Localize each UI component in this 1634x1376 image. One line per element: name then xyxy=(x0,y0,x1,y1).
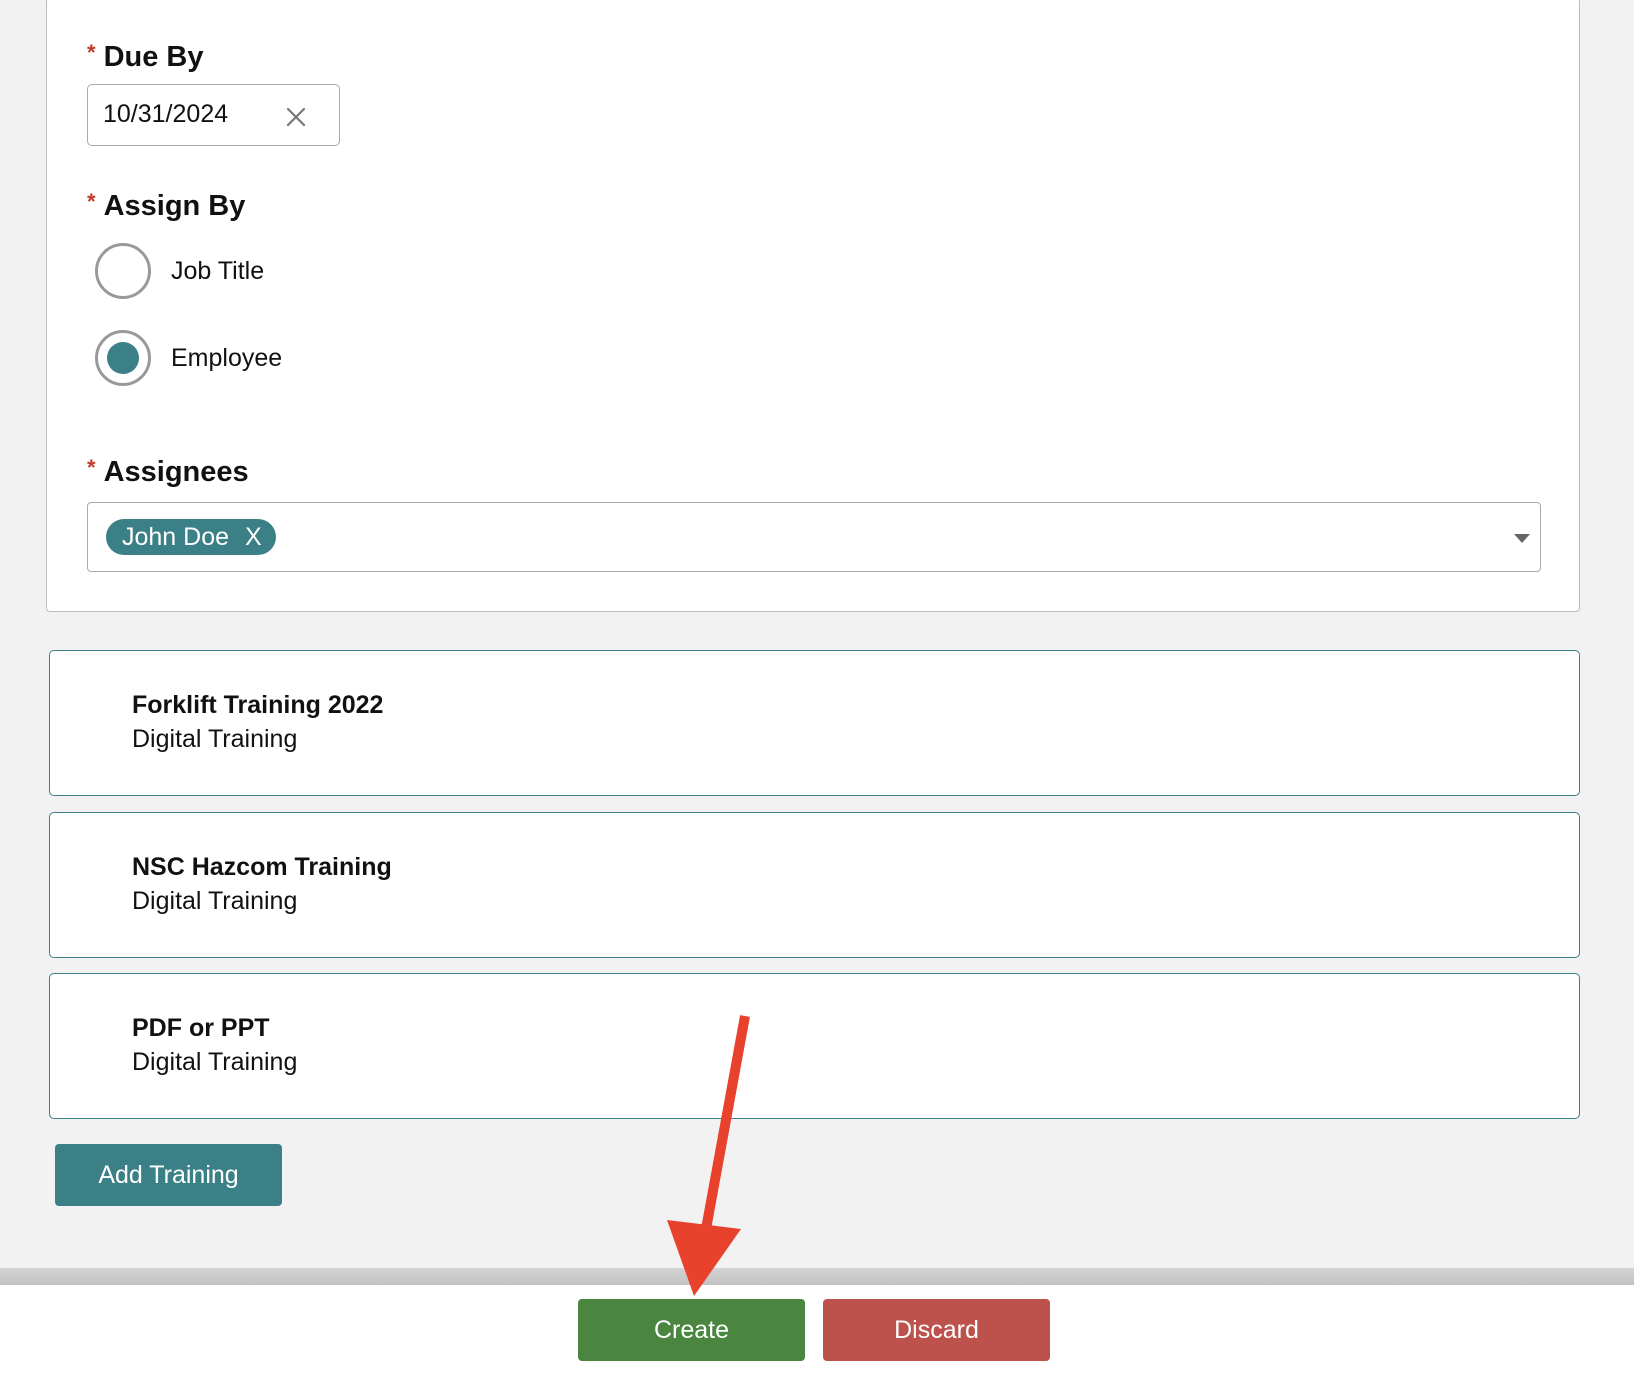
assignees-label-text: Assignees xyxy=(103,456,249,488)
training-card-nsc-hazcom[interactable]: NSC Hazcom Training Digital Training xyxy=(49,812,1580,958)
chevron-down-icon[interactable] xyxy=(1514,534,1530,543)
radio-option-job-title[interactable]: Job Title xyxy=(95,240,264,302)
due-by-label-text: Due By xyxy=(103,41,204,73)
radio-job-title[interactable] xyxy=(95,243,151,299)
required-mark: * xyxy=(87,189,96,214)
radio-employee-label[interactable]: Employee xyxy=(171,344,282,373)
required-mark: * xyxy=(87,40,96,65)
assign-by-label: * Assign By xyxy=(87,189,246,223)
training-type: Digital Training xyxy=(132,1048,298,1076)
radio-job-title-label[interactable]: Job Title xyxy=(171,257,264,286)
assign-by-label-text: Assign By xyxy=(103,190,246,222)
training-title: PDF or PPT xyxy=(132,1014,270,1042)
due-by-label: * Due By xyxy=(87,40,204,74)
add-training-button[interactable]: Add Training xyxy=(55,1144,282,1206)
create-button[interactable]: Create xyxy=(578,1299,805,1361)
due-by-date-value[interactable]: 10/31/2024 xyxy=(103,100,228,129)
radio-selected-dot xyxy=(107,342,139,374)
close-icon[interactable] xyxy=(284,105,308,129)
action-footer xyxy=(0,1285,1634,1376)
assignee-chip-remove-button[interactable]: X xyxy=(245,523,262,552)
training-title: NSC Hazcom Training xyxy=(132,853,392,881)
assignee-chip-label: John Doe xyxy=(122,522,230,551)
training-title: Forklift Training 2022 xyxy=(132,691,384,719)
training-type: Digital Training xyxy=(132,887,298,915)
training-card-forklift[interactable]: Forklift Training 2022 Digital Training xyxy=(49,650,1580,796)
radio-option-employee[interactable]: Employee xyxy=(95,327,282,389)
training-type: Digital Training xyxy=(132,725,298,753)
assignee-chip: John Doe X xyxy=(106,519,276,555)
discard-button[interactable]: Discard xyxy=(823,1299,1050,1361)
assignees-multiselect[interactable]: John Doe X xyxy=(87,502,1541,572)
radio-employee[interactable] xyxy=(95,330,151,386)
assignment-form-card: * Due By 10/31/2024 * Assign By Job Title … xyxy=(46,0,1580,612)
assignees-label: * Assignees xyxy=(87,455,249,489)
footer-divider xyxy=(0,1268,1634,1285)
due-by-date-input[interactable]: 10/31/2024 xyxy=(87,84,340,146)
training-card-pdf-or-ppt[interactable]: PDF or PPT Digital Training xyxy=(49,973,1580,1119)
required-mark: * xyxy=(87,455,96,480)
